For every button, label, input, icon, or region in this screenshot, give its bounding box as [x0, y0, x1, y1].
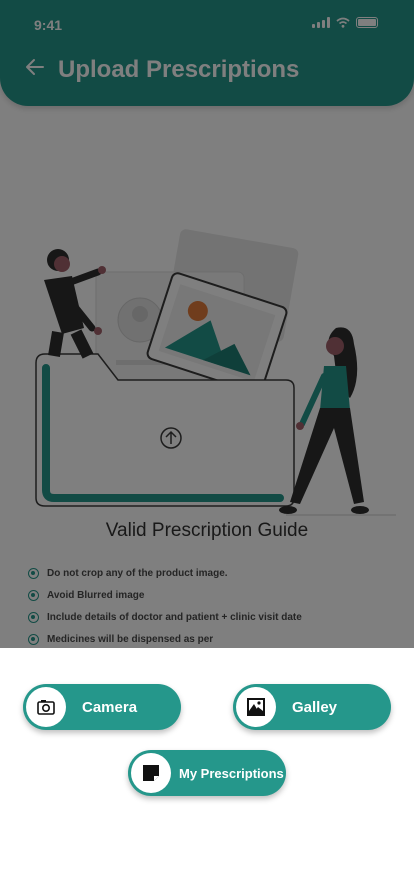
- my-prescriptions-button[interactable]: My Prescriptions: [128, 750, 286, 796]
- gallery-button[interactable]: Galley: [233, 684, 391, 730]
- camera-button-label: Camera: [82, 698, 138, 716]
- camera-icon-wrap: [26, 687, 66, 727]
- camera-button[interactable]: Camera: [23, 684, 181, 730]
- note-icon-wrap: [131, 753, 171, 793]
- note-icon: [143, 765, 159, 781]
- image-icon: [247, 698, 265, 716]
- gallery-icon-wrap: [236, 687, 276, 727]
- modal-backdrop[interactable]: [0, 0, 414, 648]
- gallery-button-label: Galley: [292, 698, 338, 716]
- upload-options-sheet: Camera Galley My Prescriptions: [0, 648, 414, 878]
- camera-icon: [37, 700, 55, 715]
- my-prescriptions-label: My Prescriptions: [179, 765, 284, 781]
